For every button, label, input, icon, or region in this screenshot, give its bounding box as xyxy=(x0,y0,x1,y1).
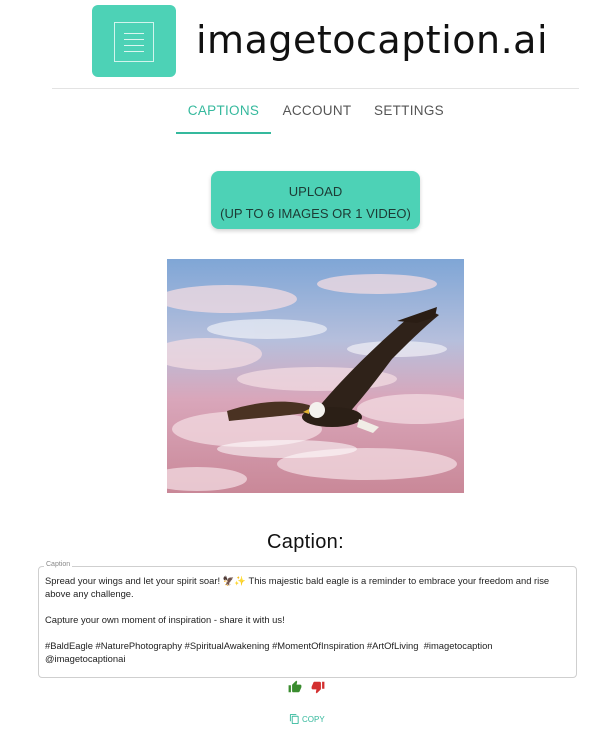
active-tab-indicator xyxy=(176,132,271,134)
tab-settings[interactable]: SETTINGS xyxy=(364,96,454,132)
uploaded-image xyxy=(167,259,464,493)
upload-button[interactable]: UPLOAD (UP TO 6 IMAGES OR 1 VIDEO) xyxy=(211,171,420,229)
tab-bar: CAPTIONS ACCOUNT SETTINGS xyxy=(0,96,611,136)
upload-label: UPLOAD xyxy=(288,184,343,199)
copy-label: COPY xyxy=(302,714,325,724)
document-icon xyxy=(114,22,154,62)
header-divider xyxy=(52,88,579,89)
thumbs-up-icon[interactable] xyxy=(288,680,302,694)
logo[interactable] xyxy=(92,5,176,77)
copy-icon xyxy=(289,713,299,725)
tab-captions[interactable]: CAPTIONS xyxy=(176,96,271,132)
copy-button[interactable]: COPY xyxy=(289,712,325,726)
caption-heading: Caption: xyxy=(267,531,344,553)
brand-name: imagetocaption.ai xyxy=(196,18,549,62)
caption-text[interactable]: Spread your wings and let your spirit so… xyxy=(45,574,569,665)
thumbs-down-icon[interactable] xyxy=(311,680,325,694)
caption-field-label: Caption xyxy=(44,561,73,568)
upload-limit-label: (UP TO 6 IMAGES OR 1 VIDEO) xyxy=(220,206,411,221)
tab-account[interactable]: ACCOUNT xyxy=(275,96,359,132)
